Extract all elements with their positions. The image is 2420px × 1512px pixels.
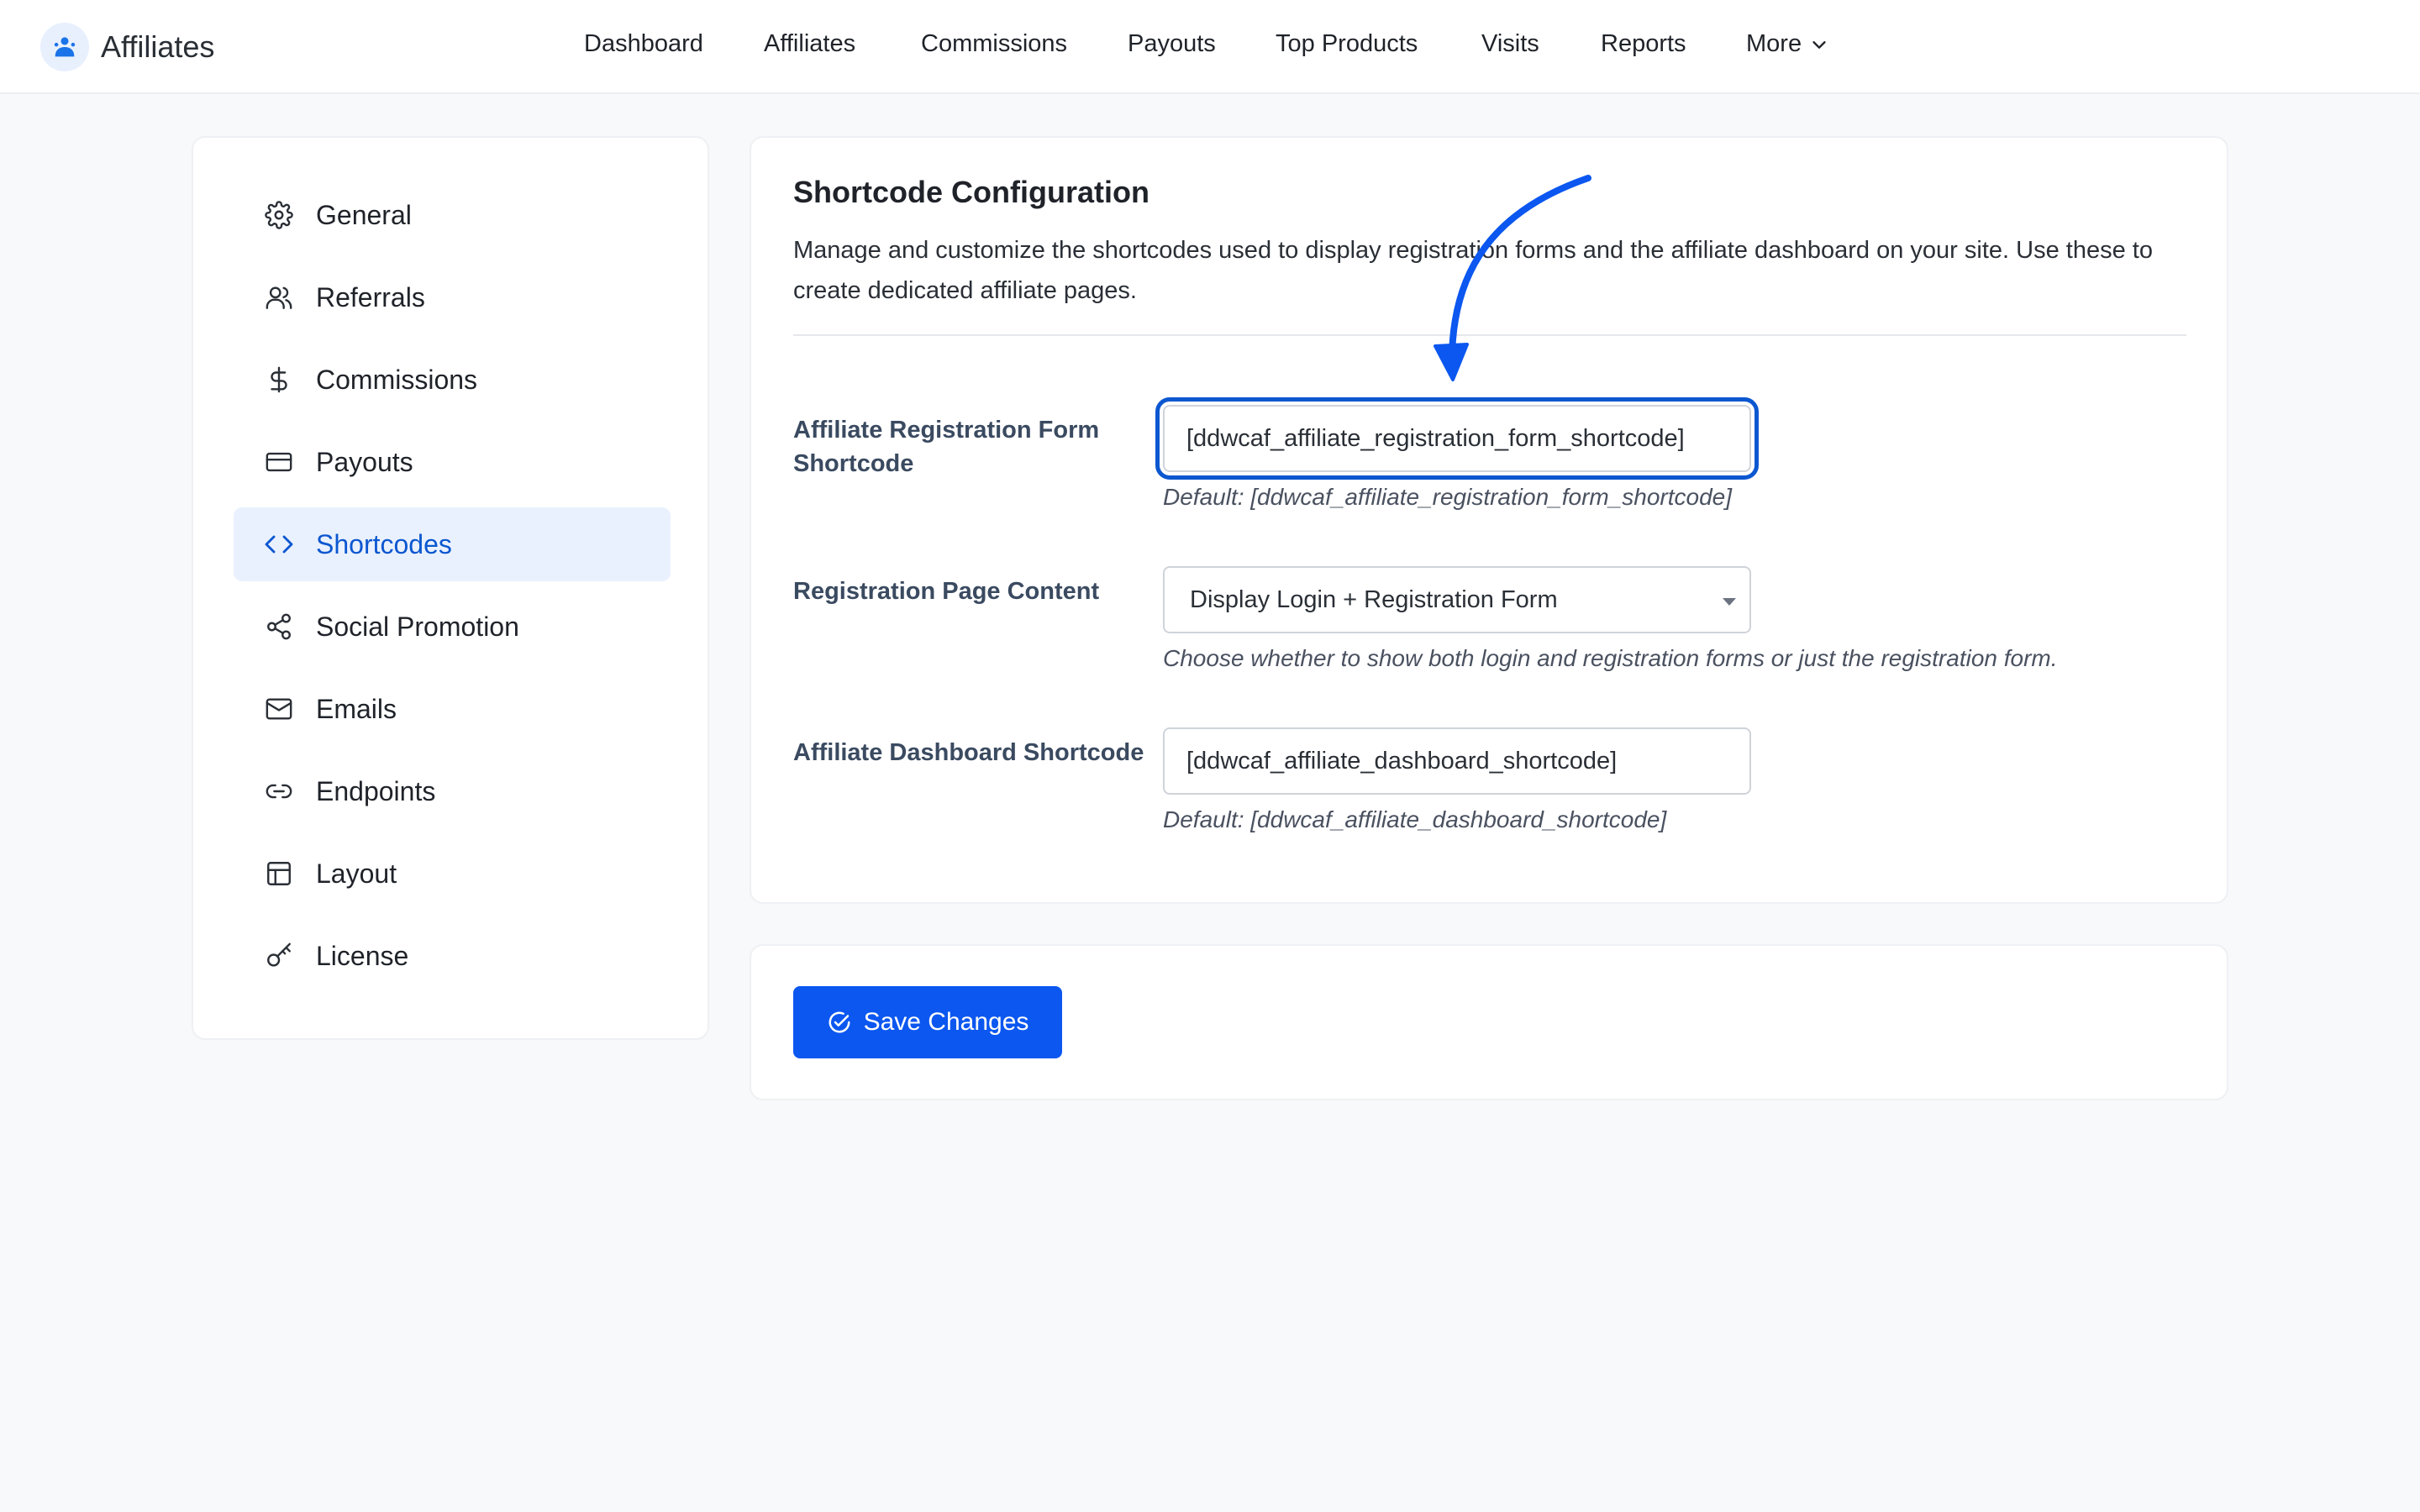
nav-reports[interactable]: Reports	[1601, 30, 1686, 58]
sidebar-item-emails[interactable]: Emails	[234, 672, 671, 746]
sidebar-item-label: Payouts	[316, 446, 413, 477]
card-icon	[262, 445, 296, 479]
check-circle-icon	[829, 1011, 850, 1033]
sidebar-item-label: License	[316, 940, 409, 971]
sidebar-item-social-promotion[interactable]: Social Promotion	[234, 590, 671, 664]
key-icon	[262, 939, 296, 973]
nav-payouts[interactable]: Payouts	[1128, 30, 1216, 58]
registration-content-selected: Display Login + Registration Form	[1190, 585, 1558, 613]
registration-shortcode-help: Default: [ddwcaf_affiliate_registration_…	[1163, 484, 1733, 510]
dashboard-shortcode-help: Default: [ddwcaf_affiliate_dashboard_sho…	[1163, 806, 1667, 832]
main-nav: Dashboard Affiliates Commissions Payouts…	[0, 0, 2420, 94]
share-icon	[262, 610, 296, 643]
registration-content-help: Choose whether to show both login and re…	[1163, 645, 2058, 671]
sidebar-item-shortcodes[interactable]: Shortcodes	[234, 507, 671, 581]
save-card: Save Changes	[750, 944, 2228, 1100]
nav-affiliates[interactable]: Affiliates	[764, 30, 855, 58]
sidebar-item-commissions[interactable]: Commissions	[234, 343, 671, 417]
sidebar-item-label: Commissions	[316, 364, 478, 395]
sidebar-item-license[interactable]: License	[234, 919, 671, 993]
registration-shortcode-label: Affiliate Registration Form Shortcode	[793, 417, 1100, 477]
layout-icon	[262, 857, 296, 890]
link-icon	[262, 774, 296, 808]
chevron-down-icon	[1812, 40, 1826, 49]
section-title: Shortcode Configuration	[793, 175, 1150, 209]
sidebar-item-label: General	[316, 199, 412, 230]
sidebar-item-label: Emails	[316, 693, 397, 724]
dollar-icon	[262, 363, 296, 396]
mail-icon	[262, 692, 296, 726]
save-changes-label: Save Changes	[863, 1008, 1029, 1036]
code-icon	[262, 528, 296, 561]
section-description: Manage and customize the shortcodes used…	[793, 237, 2153, 304]
sidebar-item-payouts[interactable]: Payouts	[234, 425, 671, 499]
sidebar-item-label: Shortcodes	[316, 528, 452, 559]
registration-content-label: Registration Page Content	[793, 578, 1100, 605]
sidebar-item-label: Referrals	[316, 281, 425, 312]
nav-top-products[interactable]: Top Products	[1276, 30, 1418, 58]
nav-dashboard[interactable]: Dashboard	[584, 30, 703, 58]
nav-commissions[interactable]: Commissions	[921, 30, 1067, 58]
nav-more[interactable]: More	[1746, 30, 1828, 58]
registration-content-select[interactable]: Display Login + Registration Form	[1163, 566, 1751, 633]
sidebar-item-general[interactable]: General	[234, 178, 671, 252]
sidebar-item-endpoints[interactable]: Endpoints	[234, 754, 671, 828]
users-icon	[262, 281, 296, 314]
settings-sidebar: General Referrals Commissions Payouts Sh…	[192, 136, 709, 1040]
sidebar-item-label: Social Promotion	[316, 611, 519, 642]
nav-more-label: More	[1746, 30, 1802, 57]
gear-icon	[262, 198, 296, 232]
save-changes-button[interactable]: Save Changes	[793, 986, 1062, 1058]
divider	[793, 334, 2186, 336]
sidebar-item-layout[interactable]: Layout	[234, 837, 671, 911]
dashboard-shortcode-input[interactable]	[1163, 727, 1751, 795]
shortcode-configuration-card: Shortcode Configuration Manage and custo…	[750, 136, 2228, 904]
registration-shortcode-input[interactable]	[1155, 397, 1759, 480]
sidebar-item-referrals[interactable]: Referrals	[234, 260, 671, 334]
dropdown-caret-icon	[1723, 598, 1736, 606]
nav-visits[interactable]: Visits	[1481, 30, 1539, 58]
top-navigation-bar: Affiliates Dashboard Affiliates Commissi…	[0, 0, 2420, 94]
dashboard-shortcode-label: Affiliate Dashboard Shortcode	[793, 739, 1144, 766]
sidebar-item-label: Layout	[316, 858, 397, 889]
sidebar-item-label: Endpoints	[316, 775, 436, 806]
